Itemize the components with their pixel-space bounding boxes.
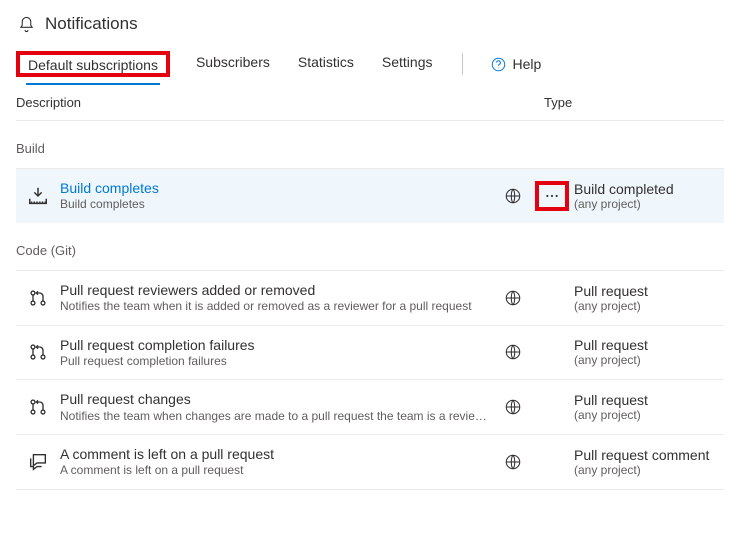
row-type-title: Pull request xyxy=(574,283,724,299)
help-icon xyxy=(491,57,506,72)
globe-icon xyxy=(504,343,522,361)
row-title: Pull request completion failures xyxy=(60,336,490,354)
row-type-title: Pull request comment xyxy=(574,447,724,463)
highlight-default-subscriptions: Default subscriptions xyxy=(16,51,170,77)
row-subtitle: Pull request completion failures xyxy=(60,354,490,370)
page-header: Notifications xyxy=(16,14,724,34)
tabs-bar: Default subscriptions Subscribers Statis… xyxy=(16,44,724,81)
subscription-row-pr-changes[interactable]: Pull request changes Notifies the team w… xyxy=(16,379,724,434)
row-type-title: Build completed xyxy=(574,181,724,197)
row-type-sub: (any project) xyxy=(574,299,724,313)
more-menu-button[interactable] xyxy=(544,188,560,204)
globe-icon xyxy=(504,187,522,205)
subscription-row-pr-comment[interactable]: A comment is left on a pull request A co… xyxy=(16,434,724,490)
section-title-code: Code (Git) xyxy=(16,223,724,270)
subscription-row-build-completes[interactable]: Build completes Build completes Build co… xyxy=(16,168,724,223)
row-type-title: Pull request xyxy=(574,337,724,353)
globe-icon xyxy=(504,289,522,307)
subscription-row-pr-reviewers[interactable]: Pull request reviewers added or removed … xyxy=(16,270,724,325)
row-title: Pull request reviewers added or removed xyxy=(60,281,490,299)
row-subtitle: Notifies the team when it is added or re… xyxy=(60,299,490,315)
highlight-more-menu xyxy=(535,181,569,211)
row-title: Pull request changes xyxy=(60,390,490,408)
tab-settings[interactable]: Settings xyxy=(380,48,435,80)
globe-icon xyxy=(504,453,522,471)
columns-header: Description Type xyxy=(16,81,724,121)
tab-subscribers[interactable]: Subscribers xyxy=(194,48,272,80)
row-title: A comment is left on a pull request xyxy=(60,445,490,463)
help-label: Help xyxy=(512,56,541,72)
help-link[interactable]: Help xyxy=(491,56,541,72)
tab-default-subscriptions[interactable]: Default subscriptions xyxy=(26,51,160,85)
pull-request-icon xyxy=(28,288,48,308)
pull-request-icon xyxy=(28,397,48,417)
comment-icon xyxy=(27,451,49,473)
row-subtitle: Build completes xyxy=(60,197,490,213)
column-description: Description xyxy=(16,95,544,110)
page-title: Notifications xyxy=(45,14,138,34)
section-title-build: Build xyxy=(16,121,724,168)
globe-icon xyxy=(504,398,522,416)
row-type-sub: (any project) xyxy=(574,353,724,367)
row-title: Build completes xyxy=(60,179,490,197)
row-type-sub: (any project) xyxy=(574,463,724,477)
row-type-sub: (any project) xyxy=(574,197,724,211)
subscription-row-pr-completion-failures[interactable]: Pull request completion failures Pull re… xyxy=(16,325,724,380)
row-subtitle: A comment is left on a pull request xyxy=(60,463,490,479)
bell-icon xyxy=(18,16,35,33)
tabs-divider xyxy=(462,53,463,75)
build-icon xyxy=(27,185,49,207)
row-type-sub: (any project) xyxy=(574,408,724,422)
column-type: Type xyxy=(544,95,724,110)
row-subtitle: Notifies the team when changes are made … xyxy=(60,409,490,425)
row-type-title: Pull request xyxy=(574,392,724,408)
pull-request-icon xyxy=(28,342,48,362)
tab-statistics[interactable]: Statistics xyxy=(296,48,356,80)
